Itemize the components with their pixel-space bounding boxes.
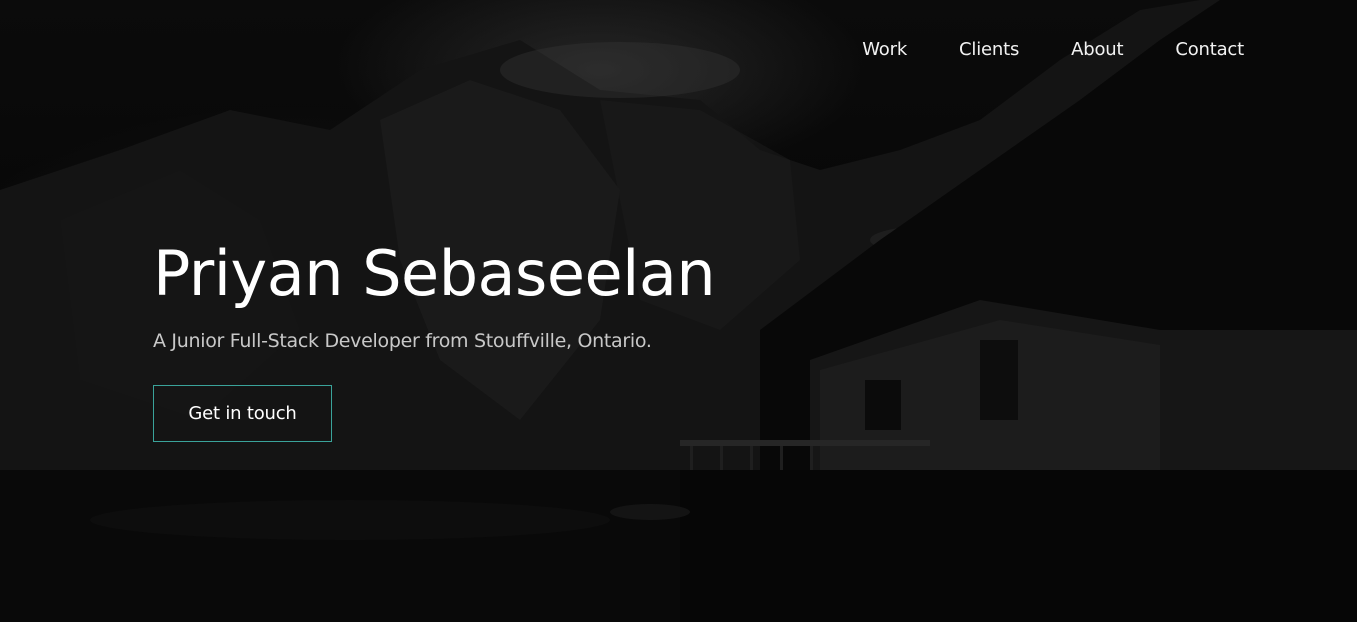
hero-section: Work Clients About Contact Priyan Sebase… bbox=[0, 0, 1357, 622]
nav-item-contact[interactable]: Contact bbox=[1175, 30, 1244, 70]
hero-subtitle: A Junior Full-Stack Developer from Stouf… bbox=[153, 330, 652, 352]
hero-title: Priyan Sebaseelan bbox=[153, 237, 716, 310]
hero-content: Priyan Sebaseelan A Junior Full-Stack De… bbox=[153, 232, 716, 442]
get-in-touch-button[interactable]: Get in touch bbox=[153, 385, 332, 442]
nav-item-work[interactable]: Work bbox=[862, 30, 907, 70]
nav-item-clients[interactable]: Clients bbox=[959, 30, 1019, 70]
top-nav: Work Clients About Contact bbox=[810, 30, 1244, 70]
nav-item-about[interactable]: About bbox=[1071, 30, 1123, 70]
